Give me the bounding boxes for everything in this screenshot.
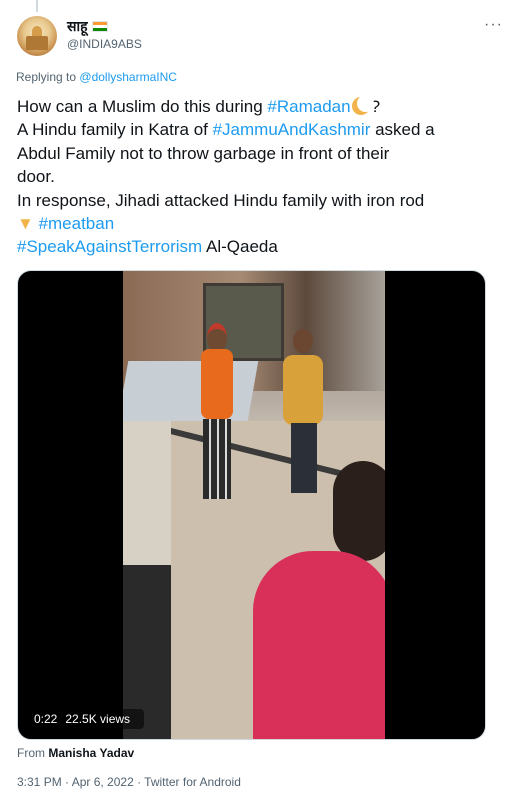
pointing-down-icon: ▼ <box>17 214 34 234</box>
replying-to: Replying to @dollysharmaINC <box>16 70 177 84</box>
video-person-body <box>283 355 323 425</box>
replying-to-link[interactable]: @dollysharmaINC <box>79 70 177 84</box>
video-person-left <box>123 421 171 739</box>
video-frame <box>123 271 385 739</box>
video-person-legs <box>203 419 231 499</box>
crescent-moon-icon <box>351 95 374 115</box>
video-player[interactable]: 0:22 22.5K views <box>17 270 486 740</box>
tweet-line-2: A Hindu family in Katra of #JammuAndKash… <box>17 118 507 141</box>
media-source-prefix: From <box>17 746 45 760</box>
hashtag-speak-against-terrorism[interactable]: #SpeakAgainstTerrorism <box>17 237 202 256</box>
tweet-text-segment: Al-Qaeda <box>202 237 278 257</box>
video-duration: 0:22 <box>34 712 58 726</box>
more-icon[interactable]: ··· <box>484 16 503 34</box>
avatar-temple-base <box>26 36 48 50</box>
tweet-text-segment: How can a Muslim do this during <box>17 97 268 116</box>
tweet-line-5: In response, Jihadi attacked Hindu famil… <box>17 190 425 210</box>
display-name-row[interactable]: साहू <box>67 18 108 35</box>
video-stats: 0:22 22.5K views <box>28 709 145 729</box>
hashtag-ramadan[interactable]: #Ramadan <box>267 97 350 116</box>
thread-line <box>36 0 38 12</box>
video-views: 22.5K views <box>65 712 131 726</box>
tweet-text-segment: asked a <box>370 120 435 140</box>
avatar[interactable] <box>17 16 57 56</box>
flag-india-icon <box>91 21 108 32</box>
video-person-legs <box>291 423 317 493</box>
tweet-timestamp[interactable]: 3:31 PM · Apr 6, 2022 · Twitter for Andr… <box>17 775 241 789</box>
tweet-line-6: ▼ #meatban <box>17 212 507 235</box>
user-handle[interactable]: @INDIA9ABS <box>67 37 142 51</box>
hashtag-meatban[interactable]: #meatban <box>39 214 115 233</box>
video-platform <box>123 361 259 421</box>
video-person-pink <box>253 551 385 739</box>
video-person-body <box>201 349 233 419</box>
media-source: From Manisha Yadav <box>17 746 134 760</box>
tweet-text-segment: A Hindu family in Katra of <box>17 120 213 140</box>
tweet-line-1: How can a Muslim do this during #Ramadan… <box>17 95 507 118</box>
hashtag-jammu-and-kashmir[interactable]: #JammuAndKashmir <box>213 120 371 139</box>
display-name[interactable]: साहू <box>67 18 88 34</box>
tweet-line-3: Abdul Family not to throw garbage in fro… <box>17 143 390 163</box>
tweet-line-7: #SpeakAgainstTerrorism Al-Qaeda <box>17 235 507 258</box>
tweet-text: How can a Muslim do this during #Ramadan… <box>17 95 507 259</box>
video-person-head <box>293 329 313 353</box>
video-person-head <box>333 461 385 561</box>
tweet-line-4: door. <box>17 167 55 187</box>
replying-to-prefix: Replying to <box>16 70 77 84</box>
media-source-name[interactable]: Manisha Yadav <box>48 746 134 760</box>
tweet-header: साहू @INDIA9ABS ··· <box>17 14 507 58</box>
